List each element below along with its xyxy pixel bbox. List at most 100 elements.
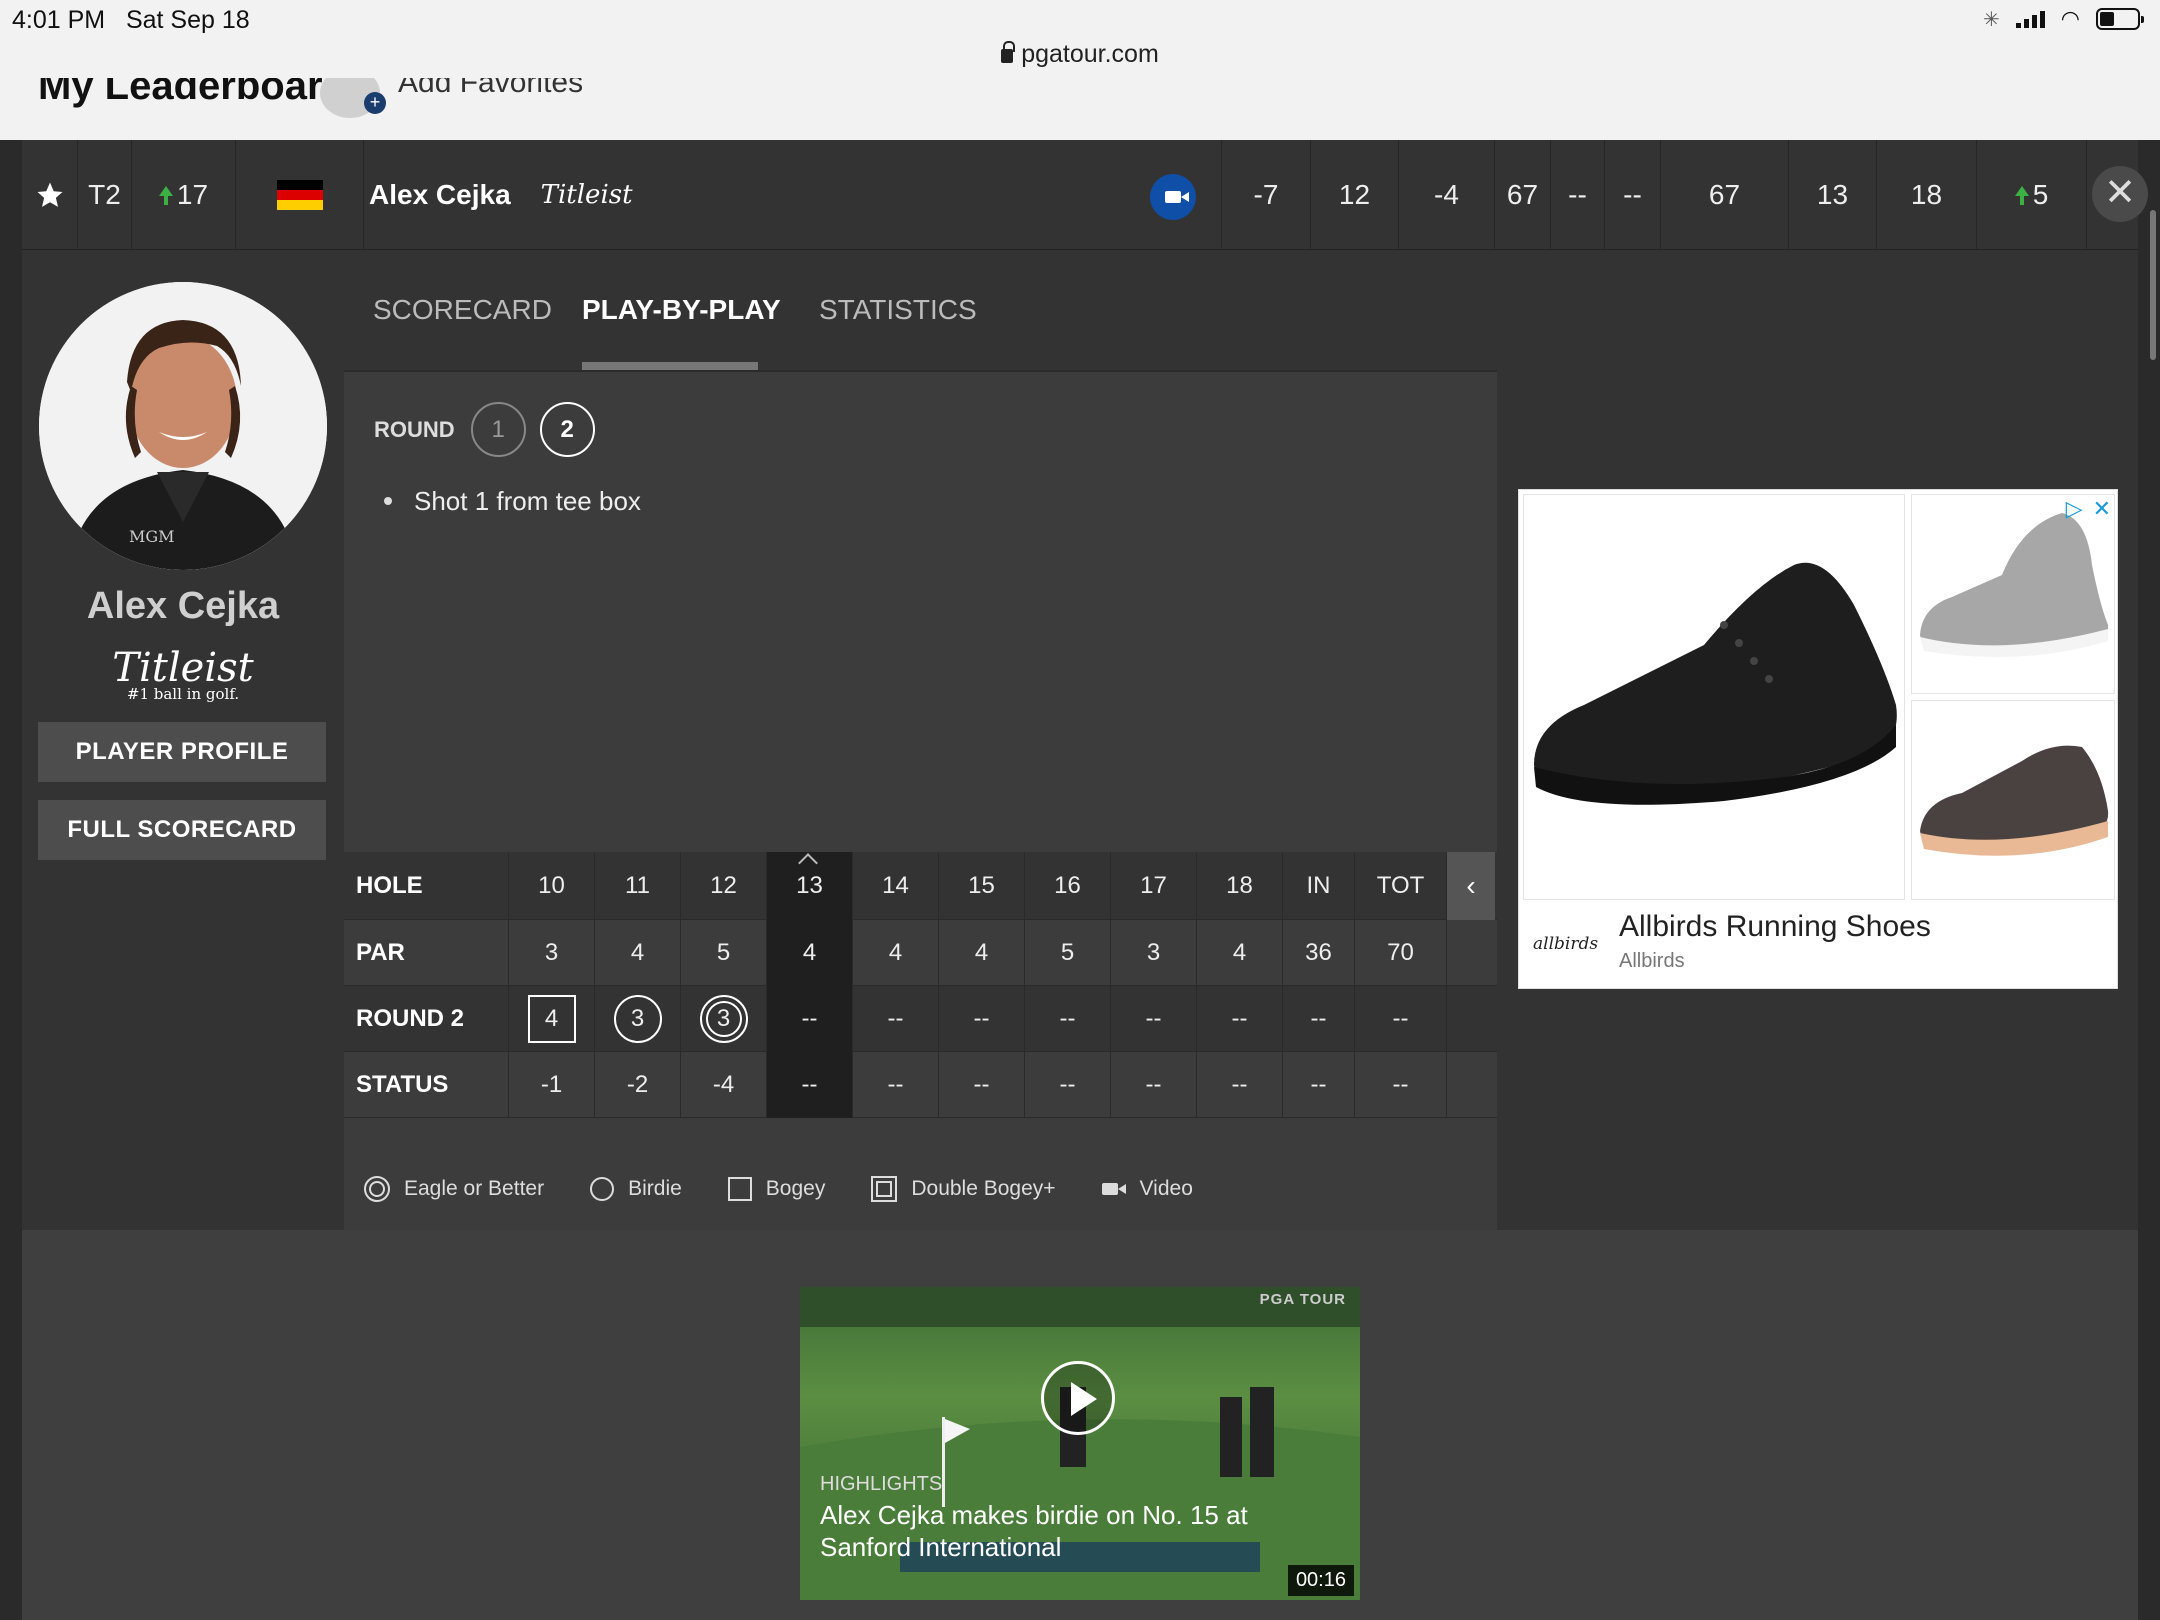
r3: --	[1605, 140, 1661, 250]
thru: 12	[1311, 140, 1399, 250]
status-cell: -1	[509, 1052, 595, 1118]
advertisement[interactable]: ▷ ✕ allbirds Allbirds Running Shoes Allb…	[1518, 489, 2118, 989]
ad-close-icon[interactable]: ✕	[2093, 496, 2111, 522]
hole-cell: 10	[509, 852, 595, 920]
par-cell: 5	[681, 920, 767, 986]
player-name-cell[interactable]: Alex Cejka Titleist	[369, 140, 633, 250]
video-title[interactable]: Alex Cejka makes birdie on No. 15 at San…	[820, 1499, 1340, 1563]
player-row[interactable]: T2 17 Alex Cejka Titleist -7 12 -4 67 --…	[22, 140, 2148, 250]
my-leaderboard-header: My Leaderboard + Add Favorites	[0, 78, 2160, 140]
round-2-cell-current: --	[767, 986, 853, 1052]
round-2-row: ROUND 2 4 3 3 -- -- -- -- -- -- -- --	[344, 986, 1497, 1052]
status-cell: -4	[681, 1052, 767, 1118]
par-row: PAR 3 4 5 4 4 4 5 3 4 36 70	[344, 920, 1497, 986]
status-cell-tot: --	[1355, 1052, 1447, 1118]
birdie-marker: 3	[613, 995, 662, 1043]
tab-statistics[interactable]: STATISTICS	[819, 294, 977, 326]
detail-tabs: SCORECARD PLAY-BY-PLAY STATISTICS	[344, 250, 1497, 372]
hole-cell: 11	[595, 852, 681, 920]
hole-cell: 17	[1111, 852, 1197, 920]
hole-cell-current: 13	[767, 852, 853, 920]
bogey-marker: 4	[527, 995, 576, 1043]
ad-title[interactable]: Allbirds Running Shoes	[1619, 910, 1931, 944]
close-button[interactable]: ✕	[2092, 166, 2148, 222]
full-scorecard-button[interactable]: FULL SCORECARD	[38, 800, 326, 860]
status-cell: --	[1111, 1052, 1197, 1118]
video-camera-icon	[1165, 191, 1189, 203]
scorecard-prev-button[interactable]: ‹	[1447, 852, 1495, 920]
svg-text:MGM: MGM	[129, 527, 175, 546]
square-icon	[727, 1177, 752, 1201]
status-cell: --	[853, 1052, 939, 1118]
hole-cell: 18	[1197, 852, 1283, 920]
round-selector: ROUND 1 2	[374, 402, 595, 457]
ad-main-image[interactable]	[1523, 494, 1905, 900]
add-icon[interactable]: +	[364, 92, 386, 114]
address-bar[interactable]: pgatour.com	[0, 40, 2160, 69]
favorite-star-icon[interactable]	[22, 140, 78, 250]
hole-cell: 14	[853, 852, 939, 920]
status-bar: 4:01 PM Sat Sep 18 pgatour.com ✳ ◠	[0, 0, 2160, 78]
round-2-cell-in: --	[1283, 986, 1355, 1052]
battery-icon	[2096, 8, 2144, 30]
ad-brand-logo: allbirds	[1533, 934, 1599, 954]
highlights-section: PGA TOUR HIGHLIGHTS Alex Cejka makes bir…	[22, 1230, 2138, 1620]
par-cell: 4	[1197, 920, 1283, 986]
hole-cell: 15	[939, 852, 1025, 920]
round-label: ROUND	[374, 416, 455, 442]
scorecard-legend: Eagle or Better Birdie Bogey Double Boge…	[364, 1176, 1239, 1202]
par-cell: 3	[1111, 920, 1197, 986]
video-button[interactable]	[1150, 174, 1196, 220]
status-icons: ✳ ◠	[1983, 6, 2144, 32]
par-cell: 4	[939, 920, 1025, 986]
play-icon[interactable]	[1041, 1361, 1115, 1435]
legend-video: Video	[1101, 1177, 1193, 1201]
fedex-rank: 18	[1877, 140, 1977, 250]
status-cell: --	[1025, 1052, 1111, 1118]
status-time: 4:01 PM Sat Sep 18	[12, 6, 250, 34]
add-favorites-link[interactable]: Add Favorites	[398, 78, 583, 100]
close-icon: ✕	[2104, 172, 2136, 214]
sponsor-logo-large: Titleist #1 ball in golf.	[22, 645, 344, 703]
up-arrow-icon	[2014, 186, 2029, 205]
status-cell: -2	[595, 1052, 681, 1118]
double-square-icon	[871, 1176, 898, 1202]
page-scrollbar[interactable]	[2150, 210, 2156, 360]
round-2-cell: --	[853, 986, 939, 1052]
r1: 67	[1495, 140, 1551, 250]
ad-thumb-brown-shoe[interactable]	[1911, 700, 2115, 900]
player-profile-button[interactable]: PLAYER PROFILE	[38, 722, 326, 782]
round-score: -4	[1399, 140, 1495, 250]
play-by-play-item: Shot 1 from tee box	[384, 486, 641, 517]
legend-birdie: Birdie	[590, 1177, 682, 1201]
round-1-button[interactable]: 1	[470, 402, 526, 457]
ad-choices-icon[interactable]: ▷	[2066, 496, 2083, 522]
ad-thumb-grey-shoe[interactable]	[1911, 494, 2115, 694]
hole-cell: 12	[681, 852, 767, 920]
par-cell: 5	[1025, 920, 1111, 986]
video-brand: PGA TOUR	[1259, 1291, 1346, 1308]
chevron-left-icon: ‹	[1466, 870, 1476, 901]
par-cell-in: 36	[1283, 920, 1355, 986]
player-name-large: Alex Cejka	[86, 585, 280, 627]
status-cell: --	[939, 1052, 1025, 1118]
tab-play-by-play[interactable]: PLAY-BY-PLAY	[582, 294, 781, 326]
round-2-cell: --	[1025, 986, 1111, 1052]
round-2-button[interactable]: 2	[539, 402, 595, 457]
hole-label: HOLE	[344, 852, 509, 920]
round-2-cell: --	[939, 986, 1025, 1052]
position: T2	[78, 140, 132, 250]
up-arrow-icon	[158, 186, 173, 205]
legend-bogey: Bogey	[727, 1177, 825, 1201]
status-cell: --	[1197, 1052, 1283, 1118]
ad-advertiser: Allbirds	[1619, 950, 1685, 972]
current-hole-caret-icon	[797, 853, 818, 873]
ad-choices[interactable]: ▷ ✕	[2066, 496, 2111, 522]
sponsor-logo: Titleist	[540, 180, 633, 210]
video-category: HIGHLIGHTS	[820, 1473, 943, 1495]
tab-scorecard[interactable]: SCORECARD	[373, 294, 552, 326]
highlight-video[interactable]: PGA TOUR HIGHLIGHTS Alex Cejka makes bir…	[800, 1287, 1360, 1600]
video-camera-icon	[1101, 1183, 1126, 1195]
hole-cell-in: IN	[1283, 852, 1355, 920]
player-name[interactable]: Alex Cejka	[369, 179, 511, 211]
